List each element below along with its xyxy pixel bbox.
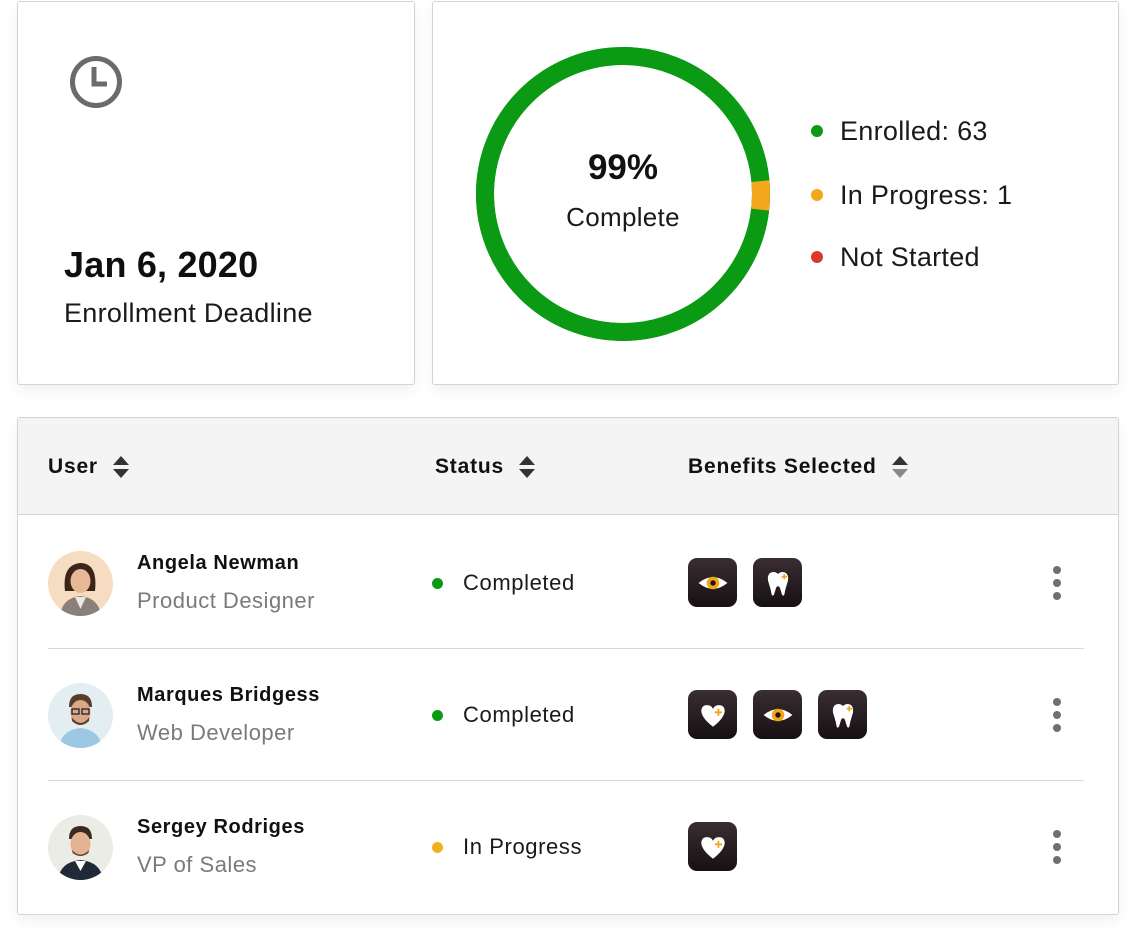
user-name[interactable]: Marques Bridgess: [137, 684, 320, 707]
avatar: [48, 683, 113, 748]
column-header-benefits[interactable]: Benefits Selected: [688, 418, 909, 515]
status-cell: Completed: [432, 567, 575, 599]
table-header: User Status Benefits Selected: [18, 418, 1118, 515]
enrollment-progress-card: 99% Complete Enrolled: 63 In Progress: 1…: [432, 1, 1119, 385]
status-cell: Completed: [432, 699, 575, 731]
status-dot: [432, 577, 443, 589]
avatar: [48, 551, 113, 616]
benefits-list: [688, 690, 867, 740]
column-header-status[interactable]: Status: [435, 418, 536, 515]
avatar: [48, 815, 113, 880]
legend-enrolled: Enrolled: 63: [811, 113, 988, 149]
vision-icon[interactable]: [688, 558, 737, 607]
legend-dot-red: [811, 251, 823, 263]
enrollment-deadline-card: Jan 6, 2020 Enrollment Deadline: [17, 1, 415, 385]
row-actions-menu-icon[interactable]: [1047, 695, 1067, 735]
status-label: Completed: [463, 570, 575, 595]
legend-not-started-label: Not Started: [840, 241, 980, 272]
user-name[interactable]: Angela Newman: [137, 552, 299, 575]
column-header-benefits-label: Benefits Selected: [688, 454, 877, 478]
donut-completed-segment: [476, 47, 770, 341]
benefits-list: [688, 558, 802, 608]
status-label: Completed: [463, 702, 575, 727]
column-header-user-label: User: [48, 454, 98, 478]
dental-icon[interactable]: [818, 690, 867, 739]
benefits-list: [688, 822, 737, 872]
legend-in-progress-label: In Progress: 1: [840, 179, 1013, 210]
status-label: In Progress: [463, 834, 583, 859]
status-cell: In Progress: [432, 831, 582, 863]
deadline-date: Jan 6, 2020: [64, 244, 259, 285]
sort-icon[interactable]: [891, 454, 909, 480]
status-dot: [432, 841, 443, 853]
clock-icon: [70, 56, 122, 108]
legend-dot-orange: [811, 189, 823, 201]
user-name[interactable]: Sergey Rodriges: [137, 816, 305, 839]
user-role: VP of Sales: [137, 852, 258, 877]
column-header-user[interactable]: User: [48, 418, 130, 515]
user-role: Web Developer: [137, 720, 295, 745]
vision-icon[interactable]: [753, 690, 802, 739]
legend-in-progress: In Progress: 1: [811, 177, 1012, 213]
legend-dot-green: [811, 125, 823, 137]
users-table: User Status Benefits Selected Angela New…: [17, 417, 1119, 915]
completion-percent: 99%: [587, 148, 659, 187]
completion-donut: [476, 47, 770, 341]
sort-icon[interactable]: [112, 454, 130, 480]
row-actions-menu-icon[interactable]: [1047, 563, 1067, 603]
dental-icon[interactable]: [753, 558, 802, 607]
health-icon[interactable]: [688, 822, 737, 871]
table-row[interactable]: Marques Bridgess Web Developer Completed: [48, 649, 1084, 781]
column-header-status-label: Status: [435, 454, 504, 478]
completion-label: Complete: [566, 202, 680, 232]
user-role: Product Designer: [137, 588, 315, 613]
legend-enrolled-label: Enrolled: 63: [840, 115, 988, 146]
status-dot: [432, 709, 443, 721]
table-row[interactable]: Angela Newman Product Designer Completed: [48, 517, 1084, 649]
row-actions-menu-icon[interactable]: [1047, 827, 1067, 867]
health-icon[interactable]: [688, 690, 737, 739]
deadline-label: Enrollment Deadline: [64, 298, 313, 328]
legend-not-started: Not Started: [811, 239, 980, 275]
sort-icon[interactable]: [518, 454, 536, 480]
table-row[interactable]: Sergey Rodriges VP of Sales In Progress: [48, 781, 1084, 913]
